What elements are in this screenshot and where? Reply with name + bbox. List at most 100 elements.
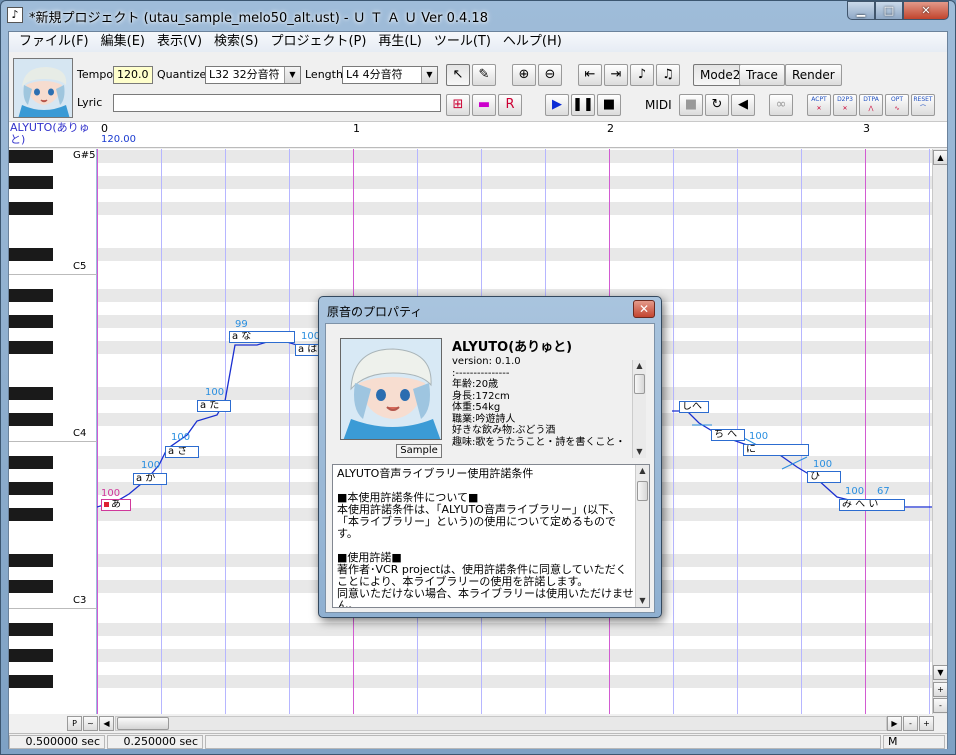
zoom-in-icon: ⊕ [518,67,530,82]
zoom-plus-icon[interactable]: + [933,682,947,697]
pause-button[interactable]: ❚❚ [571,94,595,116]
note-block[interactable]: しへ [679,401,709,413]
black-key[interactable] [9,387,53,400]
black-key[interactable] [9,482,53,495]
length-select[interactable]: L4 4分音符 ▼ [342,66,438,84]
note-block[interactable]: に [743,444,809,456]
midi-record-button[interactable]: ■ [679,94,703,116]
maximize-button[interactable]: □ [875,1,903,20]
note-block[interactable]: ひ [807,471,841,483]
vibrato-toggle-button[interactable]: ~ [83,716,98,731]
black-key[interactable] [9,554,53,567]
black-key[interactable] [9,675,53,688]
menu-help[interactable]: ヘルプ(H) [497,32,568,52]
vertical-scrollbar[interactable]: ▲ ▼ + - [932,149,947,714]
menu-tools[interactable]: ツール(T) [428,32,497,52]
black-key[interactable] [9,150,53,163]
note-block[interactable]: み へ い [839,499,905,511]
horizontal-scrollbar[interactable] [115,716,887,731]
insert-note-button[interactable]: ⊞ [446,94,470,116]
sample-button[interactable]: Sample [396,444,442,458]
black-key[interactable] [9,341,53,354]
title-bar[interactable]: ♪ *新規プロジェクト (utau_sample_melo50_alt.ust)… [1,1,955,29]
menu-play[interactable]: 再生(L) [372,32,427,52]
black-key[interactable] [9,202,53,215]
play-button[interactable]: ▶ [545,94,569,116]
lyric-input[interactable] [113,94,441,112]
plugin-dtpa-button[interactable]: DTPA ⋀ [859,94,883,116]
pitch-toggle-button[interactable]: P [67,716,82,731]
singer-avatar[interactable] [13,58,73,118]
zoom-in-button[interactable]: ⊕ [512,64,536,86]
plugin-d2p3-button[interactable]: D2P3 ✕ [833,94,857,116]
menu-edit[interactable]: 編集(E) [95,32,151,52]
license-scrollbar[interactable]: ▲ ▼ [635,465,649,607]
scroll-up-icon[interactable]: ▲ [933,150,947,165]
zoom-minus-icon[interactable]: - [933,698,947,713]
info-line: 体重:54kg [452,402,501,413]
menu-view[interactable]: 表示(V) [151,32,208,52]
menu-search[interactable]: 検索(S) [208,32,264,52]
note-block[interactable]: a か [133,473,167,485]
loop-button[interactable]: ∞ [769,94,793,116]
hzoom-minus-icon[interactable]: - [903,716,918,731]
scroll-thumb[interactable] [634,374,645,394]
pointer-tool-button[interactable]: ↖ [446,64,470,86]
pencil-tool-button[interactable]: ✎ [472,64,496,86]
insert-rest-button[interactable]: ▬ [472,94,496,116]
note-block[interactable]: a た [197,400,231,412]
note-block[interactable]: あ [101,499,131,511]
note-block[interactable]: a な [229,331,295,343]
prev-note-button[interactable]: ♪ [630,64,654,86]
volume-button[interactable]: ◀ [731,94,755,116]
black-key[interactable] [9,289,53,302]
next-note-button[interactable]: ♫ [656,64,680,86]
note-block[interactable]: a さ [165,446,199,458]
midi-refresh-button[interactable]: ↻ [705,94,729,116]
black-key[interactable] [9,623,53,636]
black-key[interactable] [9,649,53,662]
note-block[interactable]: ち へ [711,429,745,441]
black-key[interactable] [9,413,53,426]
scroll-right-icon[interactable]: ▶ [887,716,902,731]
black-key[interactable] [9,508,53,521]
scroll-thumb[interactable] [637,481,648,501]
scroll-thumb[interactable] [117,717,169,730]
zoom-out-button[interactable]: ⊖ [538,64,562,86]
scroll-down-icon[interactable]: ▼ [636,595,649,607]
singer-name[interactable]: ALYUTO(ありゅと) [10,122,95,148]
tempo-marker[interactable]: 120.00 [101,134,136,145]
scroll-left-icon[interactable]: ◀ [99,716,114,731]
black-key[interactable] [9,580,53,593]
menu-project[interactable]: プロジェクト(P) [264,32,372,52]
minimize-button[interactable]: ▁ [847,1,875,20]
black-key[interactable] [9,176,53,189]
tempo-input[interactable]: 120.0 [113,66,153,84]
render-button[interactable]: Render [785,64,842,86]
trace-button[interactable]: Trace [739,64,785,86]
go-end-button[interactable]: ⇥ [604,64,628,86]
info-scrollbar[interactable]: ▲ ▼ [632,360,646,458]
dialog-close-button[interactable]: ✕ [633,300,655,318]
close-button[interactable]: ✕ [903,1,949,20]
black-key[interactable] [9,248,53,261]
insert-r-button[interactable]: R [498,94,522,116]
menu-file[interactable]: ファイル(F) [13,32,95,52]
scroll-up-icon[interactable]: ▲ [633,360,646,372]
scroll-down-icon[interactable]: ▼ [633,446,646,458]
app-icon[interactable]: ♪ [7,7,23,23]
plugin-acpt-button[interactable]: ACPT ✕ [807,94,831,116]
plugin-reset-button[interactable]: RESET ⌒ [911,94,935,116]
black-key[interactable] [9,456,53,469]
plugin-opt-button[interactable]: OPT ∿ [885,94,909,116]
scroll-up-icon[interactable]: ▲ [636,465,649,477]
license-textbox[interactable]: ALYUTO音声ライブラリー使用許諾条件 ■本使用許諾条件について■ 本使用許諾… [332,464,650,608]
scroll-down-icon[interactable]: ▼ [933,665,947,680]
stop-button[interactable]: ■ [597,94,621,116]
timeline-ruler[interactable]: ALYUTO(ありゅと) 0 1 2 3 120.00 [9,122,947,148]
hzoom-plus-icon[interactable]: + [919,716,934,731]
piano-keyboard[interactable]: G#5 C5 C4 C3 [9,149,97,714]
go-start-button[interactable]: ⇤ [578,64,602,86]
black-key[interactable] [9,315,53,328]
quantize-select[interactable]: L32 32分音符 ▼ [205,66,301,84]
